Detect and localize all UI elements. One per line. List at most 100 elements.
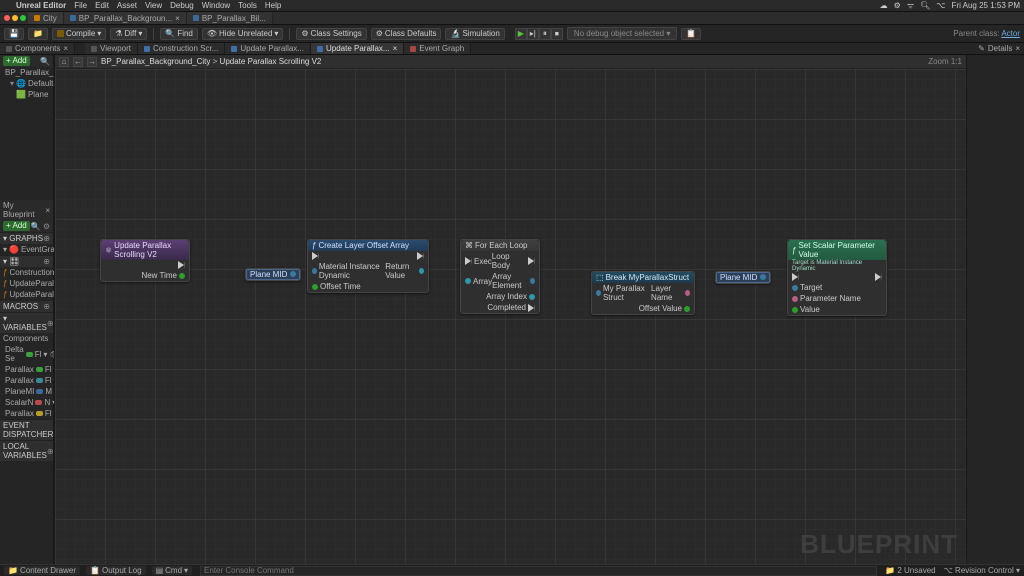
- save-button[interactable]: 💾: [4, 28, 24, 40]
- array-in-pin[interactable]: [465, 278, 471, 284]
- array-out-pin[interactable]: [419, 268, 424, 274]
- func-update2[interactable]: ƒUpdateParallax: [0, 289, 53, 300]
- tab-construction[interactable]: Construction Scr...: [138, 43, 225, 54]
- node-set-scalar-parameter[interactable]: ƒ Set Scalar Parameter Value Target is M…: [787, 239, 887, 316]
- close-tab-icon[interactable]: ×: [175, 14, 180, 23]
- hide-unrelated-button[interactable]: 👁 Hide Unrelated ▾: [202, 28, 284, 40]
- cat-components-sub[interactable]: Components: [0, 333, 53, 344]
- find-button[interactable]: 🔍 Find: [160, 28, 198, 40]
- menu-file[interactable]: File: [70, 1, 91, 10]
- cat-event-dispatch[interactable]: EVENT DISPATCHERS⊕: [0, 419, 53, 440]
- exec-out-pin[interactable]: [178, 261, 185, 269]
- node-function-entry[interactable]: ⚛ Update Parallax Scrolling V2 New Time: [100, 239, 190, 282]
- output-log-button[interactable]: 📋 Output Log: [86, 566, 146, 575]
- node-break-struct[interactable]: ⬚ Break MyParallaxStruct My Parallax Str…: [591, 271, 695, 315]
- compile-button[interactable]: Compile▾: [52, 28, 106, 40]
- menu-view[interactable]: View: [141, 1, 166, 10]
- menu-debug[interactable]: Debug: [166, 1, 198, 10]
- tab-viewport[interactable]: Viewport: [85, 43, 138, 54]
- component-plane[interactable]: 🟩Plane: [0, 89, 53, 100]
- search-icon[interactable]: 🔍 ⚙: [31, 222, 50, 231]
- add-new-button[interactable]: + Add: [3, 221, 30, 231]
- search-icon[interactable]: 🔍: [40, 57, 50, 66]
- pause-button[interactable]: ⏸: [539, 28, 551, 40]
- nav-back-button[interactable]: ←: [73, 57, 83, 67]
- clock[interactable]: Fri Aug 25 1:53 PM: [952, 1, 1020, 10]
- tab-event-graph[interactable]: Event Graph: [404, 43, 471, 54]
- blueprint-graph-area[interactable]: ⌂ ← → BP_Parallax_Background_City > Upda…: [54, 55, 966, 564]
- exec-in-pin[interactable]: [312, 252, 319, 260]
- int-out-pin[interactable]: [529, 294, 535, 300]
- name-in-pin[interactable]: [792, 296, 798, 302]
- tab-components[interactable]: Components×: [0, 43, 75, 54]
- simulation-button[interactable]: 🔬 Simulation: [445, 28, 504, 40]
- cat-variables[interactable]: ▾ VARIABLES⊕: [0, 312, 53, 333]
- exec-out-pin[interactable]: [528, 304, 535, 312]
- obj-in-pin[interactable]: [792, 285, 798, 291]
- var-delta[interactable]: Delta SeFl▾👁: [0, 344, 53, 364]
- step-button[interactable]: ▸|: [527, 28, 539, 40]
- node-create-layer-offset[interactable]: ƒ Create Layer Offset Array Material Ins…: [307, 239, 429, 293]
- menu-asset[interactable]: Asset: [113, 1, 141, 10]
- settings-icon[interactable]: ⚙︎: [894, 1, 901, 10]
- content-drawer-button[interactable]: 📁 Content Drawer: [4, 566, 80, 575]
- component-default-scene[interactable]: ▾🌐DefaultScene: [0, 78, 53, 89]
- window-controls[interactable]: [2, 15, 28, 21]
- graph-event[interactable]: ▾ 🔴EventGraph: [0, 244, 53, 255]
- tab-details[interactable]: ✎ Details×: [974, 43, 1024, 54]
- play-button[interactable]: ▶: [515, 28, 527, 40]
- var-scalarn[interactable]: ScalarNN▾👁: [0, 397, 53, 408]
- cat-functions[interactable]: ▾ 🎛⊕: [0, 255, 53, 267]
- search-menubar-icon[interactable]: 🔍︎: [920, 1, 930, 10]
- tab-update2-active[interactable]: Update Parallax...×: [311, 43, 404, 54]
- console-input[interactable]: [200, 566, 877, 576]
- float-in-pin[interactable]: [792, 307, 798, 313]
- cat-graphs[interactable]: ▾ GRAPHS⊕: [0, 232, 53, 244]
- wifi-icon[interactable]: ᯤ: [907, 0, 914, 11]
- var-planemi[interactable]: PlaneMIM▾👁: [0, 386, 53, 397]
- var-parallax2[interactable]: ParallaxFl▾👁: [0, 375, 53, 386]
- var-parallax1[interactable]: ParallaxFl▾👁: [0, 364, 53, 375]
- func-update1[interactable]: ƒUpdateParallax: [0, 278, 53, 289]
- control-center-icon[interactable]: ⌥: [936, 1, 945, 10]
- float-in-pin[interactable]: [312, 284, 318, 290]
- unsaved-indicator[interactable]: 📁 2 Unsaved: [885, 566, 935, 575]
- revision-control-button[interactable]: ⌥ Revision Control ▾: [944, 566, 1020, 575]
- nav-forward-button[interactable]: →: [87, 57, 97, 67]
- cat-local-vars[interactable]: LOCAL VARIABLES⊕: [0, 440, 53, 461]
- debug-object-dropdown[interactable]: No debug object selected ▾: [567, 27, 678, 40]
- nav-home-button[interactable]: ⌂: [59, 57, 69, 67]
- exec-in-pin[interactable]: [465, 257, 472, 265]
- name-out-pin[interactable]: [685, 290, 690, 296]
- float-out-pin[interactable]: [179, 273, 185, 279]
- variable-chip-plane-mid-1[interactable]: Plane MID: [245, 268, 301, 281]
- float-out-pin[interactable]: [684, 306, 690, 312]
- stop-button[interactable]: ⏹: [551, 28, 563, 40]
- minimize-window-icon[interactable]: [12, 15, 18, 21]
- func-construct[interactable]: ƒConstructionSc: [0, 267, 53, 278]
- debug-filter-button[interactable]: 📋: [681, 28, 701, 40]
- exec-out-pin[interactable]: [528, 257, 535, 265]
- tab-update1[interactable]: Update Parallax...: [225, 43, 311, 54]
- cat-macros[interactable]: MACROS⊕: [0, 300, 53, 312]
- zoom-window-icon[interactable]: [20, 15, 26, 21]
- exec-in-pin[interactable]: [792, 273, 799, 281]
- component-root[interactable]: BP_Parallax_Bac: [0, 67, 53, 78]
- cmd-button[interactable]: ▤ Cmd ▾: [152, 566, 192, 575]
- struct-in-pin[interactable]: [596, 290, 601, 296]
- elem-out-pin[interactable]: [530, 278, 535, 284]
- obj-out-pin[interactable]: [290, 271, 296, 277]
- parent-class-link[interactable]: Actor: [1001, 29, 1020, 38]
- obj-in-pin[interactable]: [312, 268, 317, 274]
- node-for-each-loop[interactable]: ⌘ For Each Loop ExecLoop Body ArrayArray…: [460, 239, 540, 314]
- class-settings-button[interactable]: ⚙ Class Settings: [296, 28, 366, 40]
- exec-out-pin[interactable]: [417, 252, 424, 260]
- class-defaults-button[interactable]: ⚙ Class Defaults: [371, 28, 442, 40]
- browse-button[interactable]: 📁: [28, 28, 48, 40]
- close-window-icon[interactable]: [4, 15, 10, 21]
- var-parallax3[interactable]: ParallaxFl▾👁: [0, 408, 53, 419]
- variable-chip-plane-mid-2[interactable]: Plane MID: [715, 271, 771, 284]
- menu-help[interactable]: Help: [261, 1, 285, 10]
- menu-edit[interactable]: Edit: [91, 1, 113, 10]
- add-component-button[interactable]: + Add: [3, 56, 30, 66]
